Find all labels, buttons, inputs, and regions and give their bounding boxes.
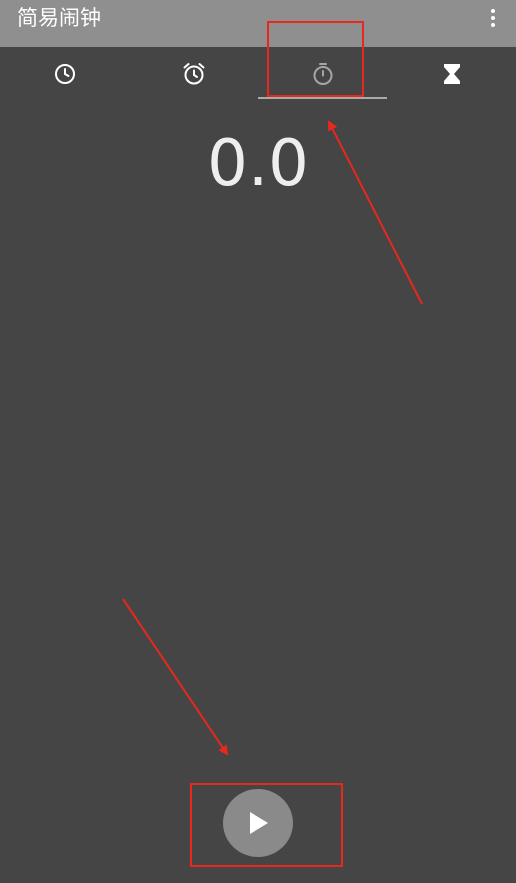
alarm-icon xyxy=(183,63,204,85)
annotation-box-start-button xyxy=(190,783,343,867)
more-vertical-icon xyxy=(491,9,495,13)
clock-icon xyxy=(54,64,75,84)
app-title: 简易闹钟 xyxy=(17,6,101,30)
annotation-box-stopwatch-tab xyxy=(267,21,364,97)
tab-alarm[interactable] xyxy=(129,47,258,101)
stopwatch-elapsed-time: 0.0 xyxy=(207,127,309,201)
more-options-button[interactable] xyxy=(482,6,504,30)
selected-tab-indicator xyxy=(258,97,387,99)
app-window: 简易闹钟 0.0 xyxy=(0,0,516,883)
more-vertical-icon-dot xyxy=(491,16,495,20)
tab-timer[interactable] xyxy=(387,47,516,101)
title-bar: 简易闹钟 xyxy=(0,0,516,47)
tab-clock[interactable] xyxy=(0,47,129,101)
hourglass-icon xyxy=(443,64,460,84)
tab-bar xyxy=(0,47,516,101)
more-vertical-icon-dot xyxy=(491,23,495,27)
annotation-arrow-to-start-button xyxy=(122,598,229,756)
